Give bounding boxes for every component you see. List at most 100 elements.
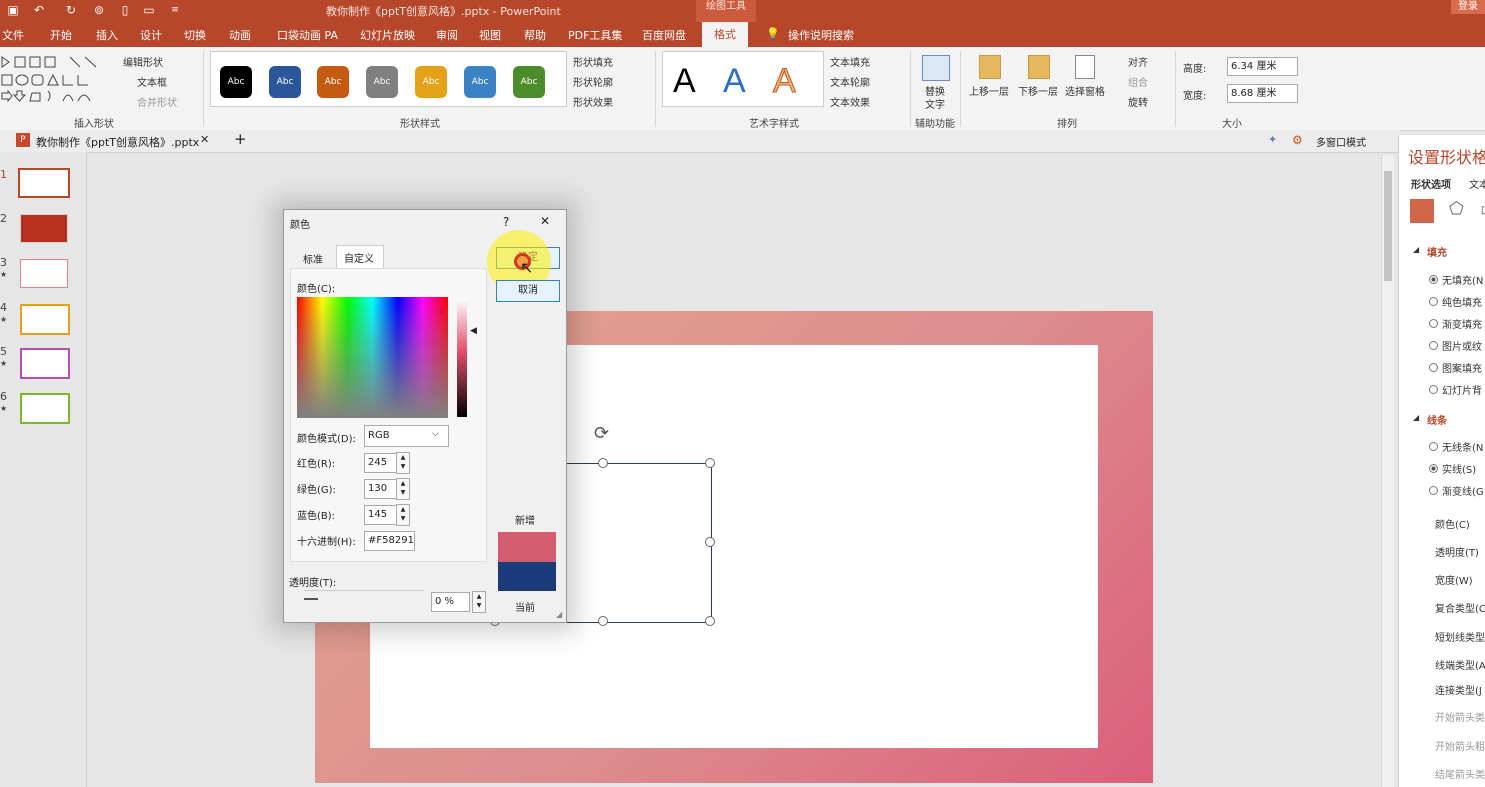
radio-gradient-line[interactable] — [1429, 486, 1438, 495]
resize-handle[interactable] — [705, 616, 715, 626]
panel-tab-text-options[interactable]: 文本 — [1469, 176, 1485, 191]
wordart-style-3[interactable]: A — [773, 62, 797, 101]
multi-window-button[interactable]: 多窗口模式 — [1316, 134, 1366, 149]
align-button[interactable]: 对齐 — [1128, 54, 1148, 69]
blue-spinner[interactable]: ▲ ▼ — [396, 504, 410, 526]
alt-text-label-2[interactable]: 文字 — [925, 96, 945, 111]
login-button[interactable]: 登录 — [1451, 0, 1485, 14]
size-properties-icon[interactable]: ▯ — [1481, 205, 1485, 216]
tab-baidu-netdisk[interactable]: 百度网盘 — [642, 27, 686, 43]
text-fill-button[interactable]: 文本填充 — [830, 54, 870, 69]
collapse-icon[interactable]: ◢ — [1413, 413, 1419, 422]
edit-shape-button[interactable]: 编辑形状 — [123, 54, 163, 69]
selection-pane-button[interactable]: 选择窗格 — [1065, 83, 1105, 98]
shape-style-3[interactable]: Abc — [317, 66, 349, 98]
help-button[interactable]: ? — [503, 215, 509, 229]
text-effects-button[interactable]: 文本效果 — [830, 94, 870, 109]
touch-mode-icon[interactable]: ⊚ — [92, 2, 106, 18]
shape-style-4[interactable]: Abc — [366, 66, 398, 98]
height-input[interactable]: 6.34 厘米 — [1227, 57, 1298, 76]
color-spectrum[interactable] — [297, 297, 448, 418]
panel-tab-shape-options[interactable]: 形状选项 — [1411, 176, 1451, 191]
luminance-arrow-icon[interactable]: ◀ — [470, 326, 477, 336]
shape-style-7[interactable]: Abc — [513, 66, 545, 98]
radio-pattern-fill[interactable] — [1429, 363, 1438, 372]
shape-outline-button[interactable]: 形状轮廓 — [573, 74, 613, 89]
resize-handle[interactable] — [705, 537, 715, 547]
transparency-spinner[interactable]: ▲ ▼ — [472, 591, 486, 613]
luminance-slider[interactable] — [457, 298, 467, 417]
tab-pdf-tools[interactable]: PDF工具集 — [568, 27, 622, 43]
shape-fill-button[interactable]: 形状填充 — [573, 54, 613, 69]
wordart-style-1[interactable]: A — [673, 62, 696, 101]
slide-thumbnail-2[interactable] — [20, 214, 68, 243]
fill-option[interactable]: 图片或纹 — [1442, 338, 1482, 353]
slide-thumbnail-3[interactable] — [20, 259, 68, 288]
open-folder-icon[interactable]: ▭ — [142, 2, 156, 18]
radio-gradient-fill[interactable] — [1429, 319, 1438, 328]
slide-thumbnail-4[interactable] — [20, 304, 70, 335]
transparency-slider-thumb[interactable] — [304, 598, 318, 600]
fill-option[interactable]: 幻灯片背 — [1442, 382, 1482, 397]
red-spinner[interactable]: ▲ ▼ — [396, 452, 410, 474]
tab-home[interactable]: 开始 — [50, 27, 72, 43]
fill-line-icon[interactable] — [1410, 199, 1434, 223]
shape-style-6[interactable]: Abc — [464, 66, 496, 98]
close-dialog-button[interactable]: ✕ — [540, 214, 550, 228]
line-option[interactable]: 渐变线(G — [1442, 483, 1484, 498]
send-backward-button[interactable]: 下移一层 — [1018, 83, 1058, 98]
width-input[interactable]: 8.68 厘米 — [1227, 84, 1298, 103]
effects-icon[interactable]: ⬠ — [1449, 199, 1464, 219]
alt-text-icon[interactable] — [922, 55, 950, 81]
radio-solid-line[interactable] — [1429, 464, 1438, 473]
new-file-icon[interactable]: ▯ — [118, 2, 132, 18]
slide-thumbnail-6[interactable] — [20, 393, 70, 424]
radio-no-line[interactable] — [1429, 442, 1438, 451]
bring-forward-icon[interactable] — [979, 55, 1001, 79]
tab-insert[interactable]: 插入 — [96, 27, 118, 43]
lightbulb-icon[interactable]: 💡 — [766, 27, 780, 40]
fill-option[interactable]: 无填充(N — [1442, 272, 1483, 287]
rotate-handle-icon[interactable]: ⟳ — [594, 423, 609, 444]
tab-file[interactable]: 文件 — [2, 27, 24, 43]
cancel-button[interactable]: 取消 — [496, 280, 560, 302]
vertical-scrollbar[interactable] — [1381, 155, 1394, 787]
close-tab-icon[interactable]: ✕ — [200, 133, 209, 146]
shapes-gallery[interactable] — [0, 55, 110, 105]
rotate-button[interactable]: 旋转 — [1128, 94, 1148, 109]
add-tab-icon[interactable]: + — [234, 130, 247, 148]
line-section-header[interactable]: 线条 — [1427, 412, 1447, 427]
tab-animations[interactable]: 动画 — [229, 27, 251, 43]
resize-handle[interactable] — [598, 458, 608, 468]
collapse-icon[interactable]: ◢ — [1413, 245, 1419, 254]
bring-forward-button[interactable]: 上移一层 — [969, 83, 1009, 98]
hex-input[interactable]: #F58291 — [364, 531, 415, 551]
green-spinner[interactable]: ▲ ▼ — [396, 478, 410, 500]
resize-grip-icon[interactable]: ◢ — [556, 610, 562, 619]
document-tab[interactable]: 教你制作《pptT创意风格》.pptx — [36, 134, 199, 150]
customize-qat-icon[interactable]: ≡ — [168, 2, 182, 18]
fill-section-header[interactable]: 填充 — [1427, 244, 1447, 259]
text-box-button[interactable]: 文本框 — [137, 74, 167, 89]
radio-slide-bg-fill[interactable] — [1429, 385, 1438, 394]
gear-icon[interactable]: ⚙ — [1292, 133, 1303, 147]
merge-shapes-button[interactable]: 合并形状 — [137, 94, 177, 109]
tab-design[interactable]: 设计 — [140, 27, 162, 43]
tab-help[interactable]: 帮助 — [524, 27, 546, 43]
shape-style-2[interactable]: Abc — [269, 66, 301, 98]
line-option[interactable]: 无线条(N — [1442, 439, 1483, 454]
chevron-down-icon[interactable]: ⌵ — [432, 429, 439, 439]
fill-option[interactable]: 纯色填充 — [1442, 294, 1482, 309]
group-button[interactable]: 组合 — [1128, 74, 1148, 89]
radio-solid-fill[interactable] — [1429, 297, 1438, 306]
line-option[interactable]: 实线(S) — [1442, 461, 1476, 476]
resize-handle[interactable] — [705, 458, 715, 468]
tab-pocket-animation[interactable]: 口袋动画 PA — [277, 27, 338, 43]
selection-pane-icon[interactable] — [1075, 55, 1095, 79]
wordart-style-2[interactable]: A — [723, 62, 746, 101]
text-outline-button[interactable]: 文本轮廓 — [830, 74, 870, 89]
scrollbar-thumb[interactable] — [1384, 171, 1392, 281]
shape-style-1[interactable]: Abc — [220, 66, 252, 98]
send-backward-icon[interactable] — [1028, 55, 1050, 79]
fill-option[interactable]: 渐变填充 — [1442, 316, 1482, 331]
